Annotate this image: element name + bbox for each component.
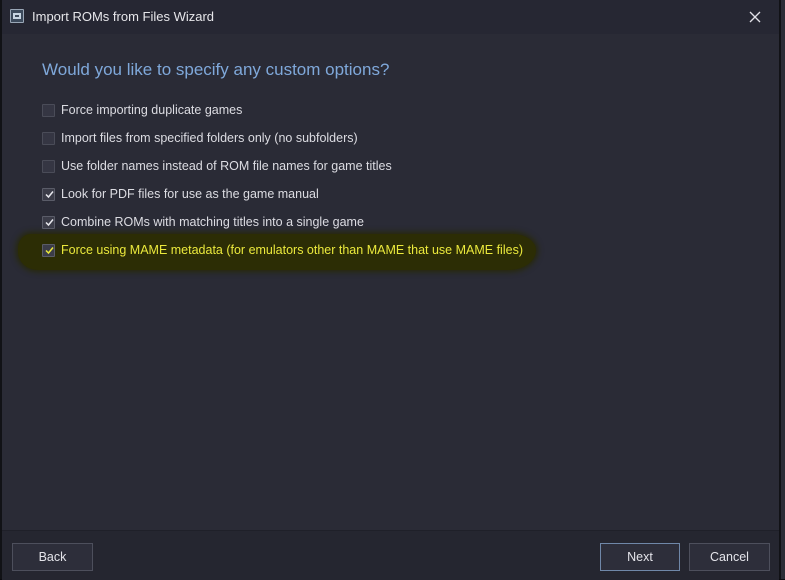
option-label: Import files from specified folders only… [61, 131, 358, 145]
option-combine-roms[interactable]: Combine ROMs with matching titles into a… [42, 213, 364, 231]
checkmark-icon [45, 218, 54, 226]
checkbox-combine-roms[interactable] [42, 215, 55, 229]
option-label: Look for PDF files for use as the game m… [61, 187, 319, 201]
button-bar: Back Next Cancel [2, 530, 779, 580]
checkbox-pdf-manual[interactable] [42, 187, 55, 201]
option-label: Combine ROMs with matching titles into a… [61, 215, 364, 229]
background-window-edge [781, 0, 785, 579]
window-title: Import ROMs from Files Wizard [32, 9, 215, 24]
next-button[interactable]: Next [600, 543, 680, 571]
checkbox-force-duplicates[interactable] [42, 103, 55, 117]
checkbox-specified-folders-only[interactable] [42, 131, 55, 145]
back-button[interactable]: Back [12, 543, 93, 571]
title-bar: Import ROMs from Files Wizard [2, 0, 779, 34]
close-icon [749, 11, 761, 23]
checkbox-folder-names-titles[interactable] [42, 159, 55, 173]
wizard-dialog: Import ROMs from Files Wizard Would you … [2, 0, 779, 580]
close-button[interactable] [742, 5, 768, 29]
option-force-mame-metadata[interactable]: Force using MAME metadata (for emulators… [42, 241, 523, 259]
option-force-duplicates[interactable]: Force importing duplicate games [42, 101, 242, 119]
option-folder-names-titles[interactable]: Use folder names instead of ROM file nam… [42, 157, 392, 175]
option-label: Use folder names instead of ROM file nam… [61, 159, 392, 173]
option-specified-folders-only[interactable]: Import files from specified folders only… [42, 129, 358, 147]
checkbox-force-mame-metadata[interactable] [42, 243, 55, 257]
app-icon [10, 9, 24, 23]
page-heading: Would you like to specify any custom opt… [42, 60, 390, 79]
option-pdf-manual[interactable]: Look for PDF files for use as the game m… [42, 185, 319, 203]
checkmark-icon [45, 246, 54, 254]
option-label: Force importing duplicate games [61, 103, 243, 117]
option-label: Force using MAME metadata (for emulators… [61, 243, 523, 257]
cancel-button[interactable]: Cancel [689, 543, 770, 571]
checkmark-icon [45, 190, 54, 198]
